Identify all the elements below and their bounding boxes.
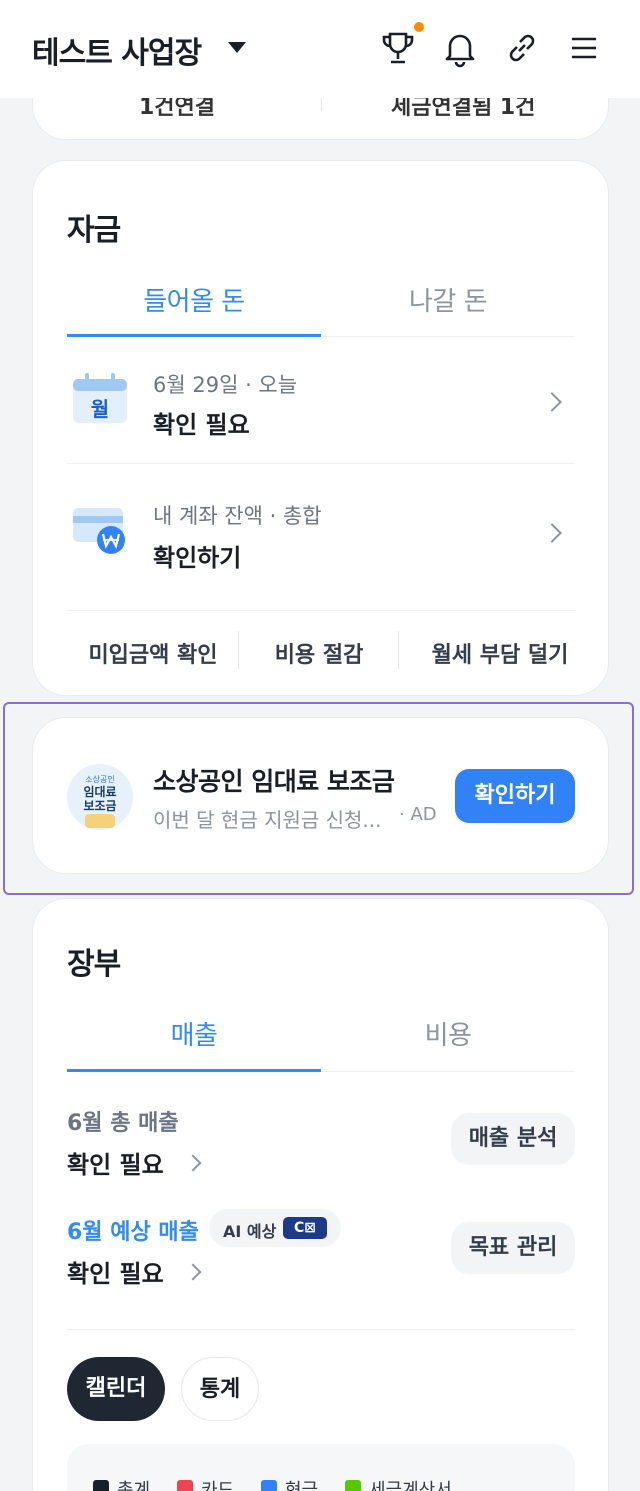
- chevron-right-icon: [184, 1263, 202, 1281]
- trophy-icon[interactable]: [376, 26, 420, 70]
- legend-swatch-cash: [261, 1480, 277, 1491]
- account-balance-row[interactable]: 내 계좌 잔액 · 총합 확인하기: [33, 464, 610, 604]
- ai-badge-label: AI 예상: [223, 1222, 277, 1241]
- forecast-sales-label: 6월 예상 매출: [67, 1220, 199, 1245]
- ai-forecast-badge: AI 예상 C⊠: [209, 1209, 341, 1247]
- row-date: 6월 29일 · 오늘: [153, 373, 298, 397]
- legend-swatch-total: [93, 1480, 109, 1491]
- link-cost-saving[interactable]: 비용 절감: [239, 637, 399, 669]
- chevron-down-icon[interactable]: [228, 42, 246, 53]
- ledger-title: 장부: [67, 947, 121, 982]
- link-unpaid-check[interactable]: 미입금액 확인: [67, 637, 239, 669]
- ad-title: 소상공인 임대료 보조금: [153, 767, 395, 796]
- goal-management-button[interactable]: 목표 관리: [451, 1222, 575, 1274]
- row-value: 확인 필요: [153, 411, 250, 439]
- legend-cash: 현금: [285, 1480, 319, 1491]
- wallet-won-icon: [73, 504, 129, 556]
- tab-outgoing[interactable]: 나갈 돈: [321, 281, 575, 318]
- calendar-icon: 월: [73, 373, 127, 425]
- ad-confirm-button[interactable]: 확인하기: [455, 769, 575, 823]
- legend-tax-invoice: 세금계산서: [369, 1480, 452, 1491]
- ad-thumb-caption: 소상공인: [85, 775, 115, 784]
- legend: 총계 카드 현금 세금계산서: [67, 1444, 575, 1491]
- tab-indicator: [67, 1069, 321, 1072]
- app-header: 테스트 사업장: [0, 0, 640, 98]
- tab-sales[interactable]: 매출: [67, 1015, 321, 1052]
- total-sales-label: 6월 총 매출: [67, 1111, 179, 1136]
- workspace-title[interactable]: 테스트 사업장: [32, 28, 202, 72]
- legend-card: 카드: [201, 1480, 235, 1491]
- tab-incoming[interactable]: 들어올 돈: [67, 281, 321, 318]
- coin-icon: [85, 814, 115, 828]
- tab-indicator: [67, 334, 321, 337]
- section-divider: [67, 1329, 575, 1330]
- ad-tag: · AD: [399, 804, 437, 825]
- link-rent-relief[interactable]: 월세 부담 덜기: [399, 637, 601, 669]
- ad-thumb-title: 임대료 보조금: [83, 785, 117, 813]
- funds-card: 자금 들어올 돈 나갈 돈 월 6월 29일 · 오늘 확인 필요 내 계좌 잔…: [32, 160, 609, 696]
- row-account-action: 확인하기: [153, 544, 242, 572]
- row-divider: [67, 610, 575, 611]
- calendar-view-button[interactable]: 캘린더: [67, 1357, 165, 1421]
- incoming-date-row[interactable]: 월 6월 29일 · 오늘 확인 필요: [33, 341, 610, 463]
- forecast-sales-value: 확인 필요: [67, 1260, 164, 1288]
- menu-icon[interactable]: [562, 26, 606, 70]
- row-account-label: 내 계좌 잔액 · 총합: [153, 504, 322, 528]
- bell-icon[interactable]: [438, 26, 482, 70]
- legend-swatch-card: [177, 1480, 193, 1491]
- ad-card[interactable]: 소상공인 임대료 보조금 소상공인 임대료 보조금 이번 달 현금 지원금 신청…: [32, 717, 609, 874]
- funds-title: 자금: [67, 213, 121, 248]
- ledger-card: 장부 매출 비용 6월 총 매출 확인 필요 매출 분석 6월 예상 매출 AI…: [32, 898, 609, 1491]
- ad-description: 이번 달 현금 지원금 신청...: [153, 808, 382, 832]
- chevron-right-icon: [542, 523, 562, 543]
- chevron-right-icon: [542, 392, 562, 412]
- chevron-right-icon: [184, 1154, 202, 1172]
- stats-view-button[interactable]: 통계: [181, 1357, 259, 1421]
- ad-thumbnail: 소상공인 임대료 보조금: [67, 764, 133, 830]
- calendar-icon-label: 월: [90, 397, 110, 421]
- forecast-sales-value-link[interactable]: 확인 필요: [67, 1254, 202, 1289]
- tab-expenses[interactable]: 비용: [321, 1015, 575, 1052]
- ai-logo-icon: C⊠: [283, 1217, 327, 1239]
- total-sales-value-link[interactable]: 확인 필요: [67, 1145, 202, 1180]
- link-icon[interactable]: [500, 26, 544, 70]
- total-sales-value: 확인 필요: [67, 1151, 164, 1179]
- legend-total: 총계: [117, 1480, 151, 1491]
- legend-swatch-tax-invoice: [345, 1480, 361, 1491]
- sales-analysis-button[interactable]: 매출 분석: [451, 1113, 575, 1165]
- notification-dot: [414, 22, 424, 32]
